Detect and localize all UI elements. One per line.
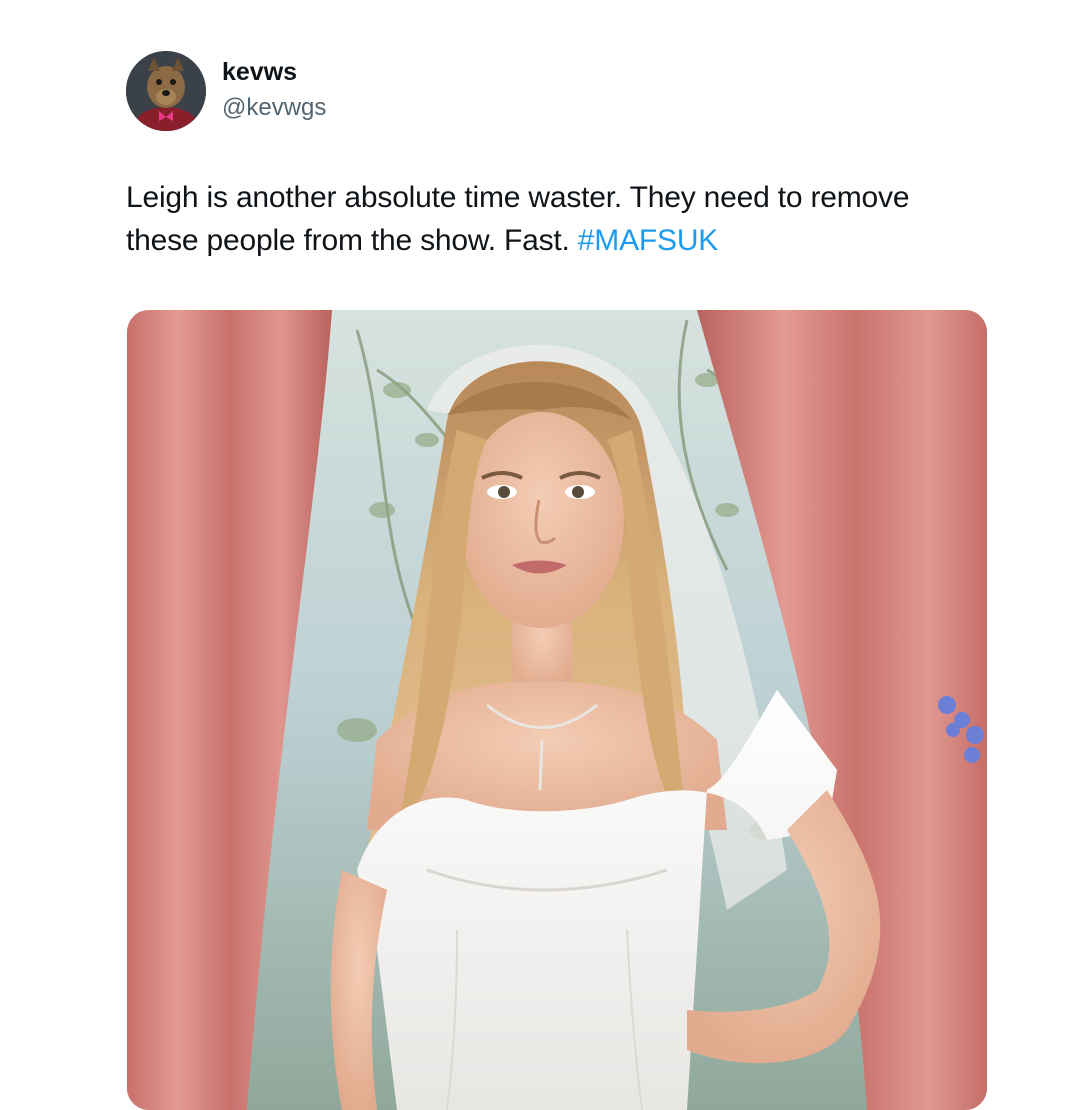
dog-puppet-avatar-icon — [126, 51, 206, 131]
hashtag-link[interactable]: #MAFSUK — [578, 224, 718, 257]
author-handle[interactable]: @kevwgs — [222, 94, 326, 122]
author-avatar[interactable] — [126, 51, 206, 131]
tweet-card: kevws @kevwgs Leigh is another absolute … — [0, 0, 1080, 1110]
tweet-text-line2: these people from the show. Fast. — [126, 224, 578, 257]
tweet-text-line1: Leigh is another absolute time waster. T… — [126, 181, 910, 214]
bride-photo-icon — [127, 310, 987, 1110]
tweet-media-photo[interactable] — [127, 310, 987, 1110]
author-display-name[interactable]: kevws — [222, 58, 297, 87]
tweet-text: Leigh is another absolute time waster. T… — [126, 176, 986, 262]
